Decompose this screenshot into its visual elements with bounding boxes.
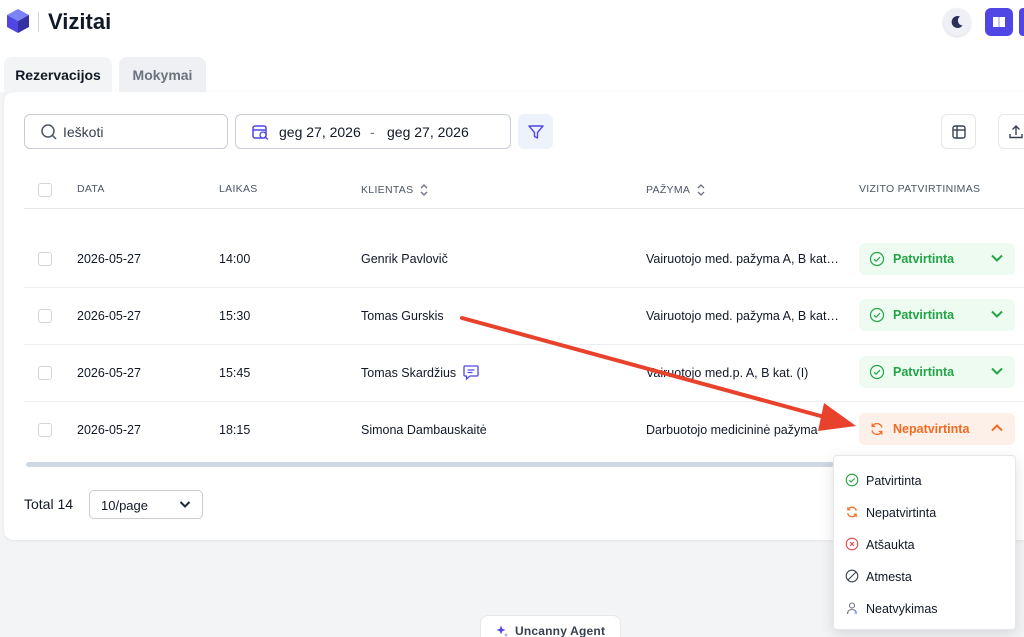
- check-circle-icon: [869, 307, 885, 323]
- status-label: Patvirtinta: [893, 365, 955, 379]
- header-divider: [24, 208, 1024, 209]
- page-size-select[interactable]: 10/page: [89, 490, 203, 519]
- sync-icon: [847, 506, 857, 518]
- total-count: Total 14: [24, 496, 74, 512]
- row-client: Tomas Skardžius: [361, 366, 457, 380]
- search-icon: [41, 124, 57, 140]
- column-header-date: DATA: [77, 183, 105, 195]
- tab-rezervacijos[interactable]: Rezervacijos: [4, 57, 112, 92]
- calendar-search-icon: [252, 125, 269, 140]
- row-time: 15:45: [219, 366, 251, 380]
- logo-separator: [38, 12, 39, 32]
- status-option-neatvykimas[interactable]: Neatvykimas: [834, 595, 1017, 623]
- sort-icon[interactable]: [419, 183, 429, 197]
- row-divider: [24, 344, 1024, 345]
- status-label: Nepatvirtinta: [893, 422, 970, 436]
- status-dropdown: Patvirtinta Nepatvirtinta Atšaukta Atmes…: [833, 455, 1016, 630]
- status-option-atmesta[interactable]: Atmesta: [834, 563, 1017, 591]
- check-circle-icon: [869, 364, 885, 380]
- row-checkbox[interactable]: [38, 252, 52, 266]
- date-separator: -: [370, 124, 375, 140]
- uncanny-agent-button[interactable]: Uncanny Agent: [480, 615, 621, 637]
- row-date: 2026-05-27: [77, 366, 141, 380]
- moon-icon: [951, 16, 963, 29]
- filter-button[interactable]: [518, 114, 553, 149]
- logo-icon: [7, 9, 29, 33]
- row-divider: [24, 401, 1024, 402]
- row-divider: [24, 287, 1024, 288]
- filter-icon: [527, 124, 544, 139]
- horizontal-scrollbar[interactable]: [26, 462, 834, 467]
- row-date: 2026-05-27: [77, 309, 141, 323]
- status-option-label: Nepatvirtinta: [866, 506, 937, 520]
- status-option-atsaukta[interactable]: Atšaukta: [834, 531, 1017, 559]
- date-from[interactable]: geg 27, 2026: [279, 124, 361, 140]
- top-bar: Vizitai: [0, 0, 1024, 44]
- row-certificate: Vairuotojo med.p. A, B kat. (I): [646, 366, 809, 380]
- search-input[interactable]: [63, 122, 223, 142]
- sort-icon[interactable]: [696, 183, 706, 197]
- status-select[interactable]: Patvirtinta: [859, 243, 1015, 275]
- chevron-down-icon: [991, 310, 1003, 318]
- column-header-time: LAIKAS: [219, 183, 258, 195]
- sparkle-icon: [496, 625, 508, 637]
- row-client: Genrik Pavlovič: [361, 252, 448, 266]
- chevron-down-icon: [179, 501, 191, 508]
- search-box[interactable]: [24, 114, 228, 149]
- theme-toggle-button[interactable]: [943, 8, 971, 36]
- columns-icon: [951, 124, 966, 139]
- row-certificate: Darbuotojo medicininė pažyma: [646, 423, 818, 437]
- row-date: 2026-05-27: [77, 252, 141, 266]
- status-option-label: Atmesta: [866, 570, 912, 584]
- comment-icon[interactable]: [462, 363, 480, 381]
- app-title: Vizitai: [48, 9, 112, 34]
- status-label: Patvirtinta: [893, 308, 955, 322]
- status-select[interactable]: Patvirtinta: [859, 356, 1015, 388]
- status-select[interactable]: Nepatvirtinta: [859, 413, 1015, 445]
- agent-label: Uncanny Agent: [515, 624, 606, 637]
- row-certificate: Vairuotojo med. pažyma A, B kat. (I): [646, 309, 842, 323]
- column-header-certificate[interactable]: PAŽYMA: [646, 183, 706, 197]
- upload-icon: [1008, 124, 1023, 138]
- sync-icon: [871, 422, 883, 436]
- tab-mokymai[interactable]: Mokymai: [119, 57, 206, 92]
- row-checkbox[interactable]: [38, 423, 52, 437]
- status-option-patvirtinta[interactable]: Patvirtinta: [834, 467, 1017, 495]
- select-all-checkbox[interactable]: [38, 183, 52, 197]
- chevron-up-icon: [991, 424, 1003, 432]
- row-checkbox[interactable]: [38, 366, 52, 380]
- status-option-nepatvirtinta[interactable]: Nepatvirtinta: [834, 499, 1017, 527]
- columns-settings-button[interactable]: [941, 114, 976, 149]
- book-icon: [993, 17, 1005, 27]
- row-checkbox[interactable]: [38, 309, 52, 323]
- page-size-label: 10/page: [101, 498, 148, 513]
- row-date: 2026-05-27: [77, 423, 141, 437]
- status-option-label: Patvirtinta: [866, 474, 922, 488]
- docs-button[interactable]: [985, 8, 1013, 36]
- row-time: 15:30: [219, 309, 251, 323]
- row-client: Simona Dambauskaitė: [361, 423, 487, 437]
- row-client: Tomas Gurskis: [361, 309, 444, 323]
- slash-circle-icon: [845, 569, 859, 583]
- date-to[interactable]: geg 27, 2026: [387, 124, 469, 140]
- date-range-picker[interactable]: geg 27, 2026 - geg 27, 2026: [235, 114, 511, 149]
- tab-bar: Rezervacijos Mokymai: [0, 44, 1024, 92]
- check-circle-icon: [869, 251, 885, 267]
- status-select[interactable]: Patvirtinta: [859, 299, 1015, 331]
- chevron-down-icon: [991, 367, 1003, 375]
- user-menu-button[interactable]: [1019, 8, 1024, 36]
- row-certificate: Vairuotojo med. pažyma A, B kat. (I): [646, 252, 842, 266]
- row-time: 18:15: [219, 423, 251, 437]
- column-header-visit-confirmation: VIZITO PATVIRTINIMAS: [859, 183, 981, 195]
- status-option-label: Atšaukta: [866, 538, 915, 552]
- status-option-label: Neatvykimas: [866, 602, 938, 616]
- row-time: 14:00: [219, 252, 251, 266]
- x-circle-icon: [845, 537, 859, 551]
- user-absent-icon: [846, 602, 858, 615]
- column-header-client[interactable]: KLIENTAS: [361, 183, 429, 197]
- export-button[interactable]: [998, 114, 1024, 149]
- check-circle-icon: [845, 473, 859, 487]
- status-label: Patvirtinta: [893, 252, 955, 266]
- chevron-down-icon: [991, 254, 1003, 262]
